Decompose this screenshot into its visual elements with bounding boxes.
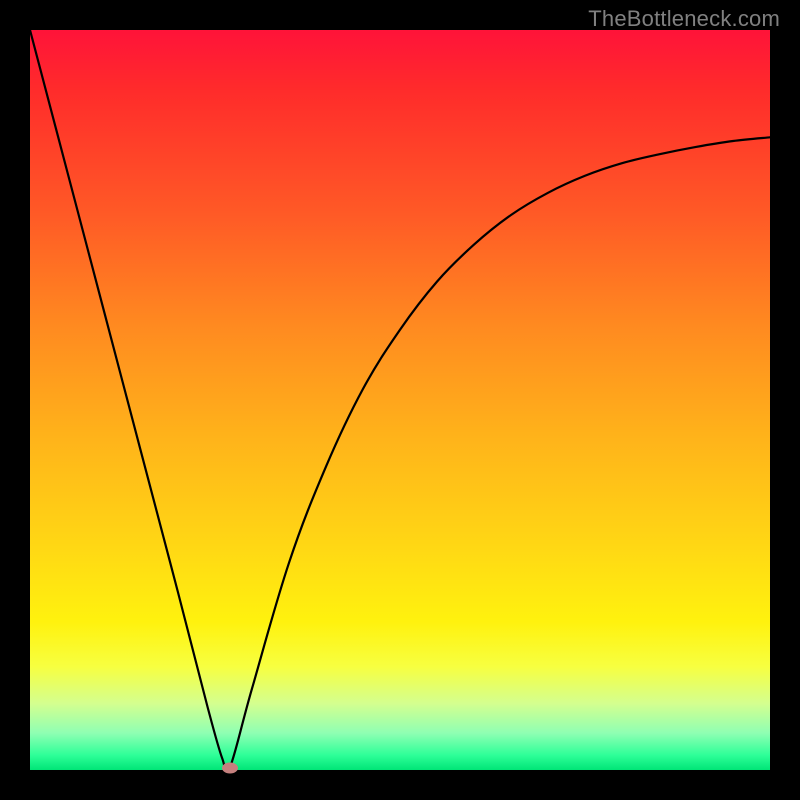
plot-area [30,30,770,770]
minimum-marker [222,762,238,773]
chart-frame: TheBottleneck.com [0,0,800,800]
bottleneck-curve [30,30,770,774]
curve-layer [30,30,770,770]
watermark-text: TheBottleneck.com [588,6,780,32]
